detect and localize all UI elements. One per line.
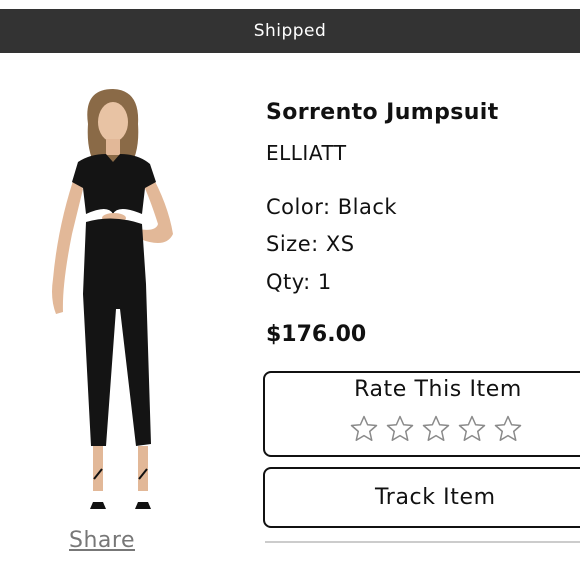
status-label: Shipped [253,21,327,41]
divider [265,541,580,543]
star-icon-5[interactable] [493,413,523,445]
rate-item-title: Rate This Item [354,377,522,402]
price: $176.00 [266,322,367,347]
product-image [52,89,173,509]
qty-attribute: Qty: 1 [266,270,332,294]
status-bar: Shipped [0,9,580,53]
brand-name: ELLIATT [266,141,347,165]
share-link[interactable]: Share [69,528,135,553]
star-icon-4[interactable] [457,413,487,445]
size-attribute: Size: XS [266,232,355,256]
star-icon-2[interactable] [385,413,415,445]
track-item-button[interactable]: Track Item [263,467,580,528]
color-attribute: Color: Black [266,195,398,219]
star-icon-3[interactable] [421,413,451,445]
star-icon-1[interactable] [349,413,379,445]
product-title: Sorrento Jumpsuit [266,100,499,125]
star-rating [349,413,523,445]
rate-item-card: Rate This Item [263,371,580,457]
